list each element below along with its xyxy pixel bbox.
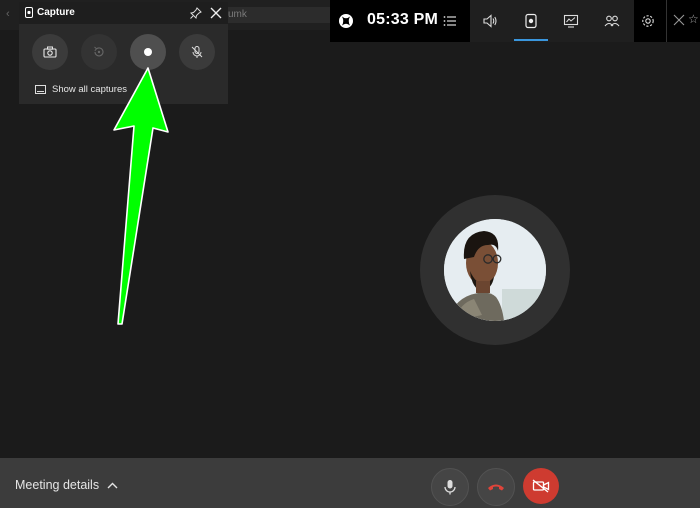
capture-title-bar[interactable]: Capture — [19, 2, 228, 24]
chevron-up-icon — [107, 482, 118, 488]
audio-icon[interactable] — [482, 13, 498, 29]
meeting-controls-bar: Meeting details — [0, 458, 700, 508]
capture-title: Capture — [37, 7, 75, 18]
meeting-details-button[interactable]: Meeting details — [15, 478, 118, 492]
capture-widget-icon[interactable] — [523, 13, 539, 29]
back-arrow-icon[interactable]: ‹ — [6, 8, 10, 20]
leave-call-button[interactable] — [477, 468, 515, 506]
xbox-social-icon[interactable] — [604, 13, 620, 29]
capture-icon — [25, 7, 33, 18]
game-bar-widgets — [470, 0, 634, 42]
meeting-details-label: Meeting details — [15, 478, 100, 492]
mic-off-icon — [191, 46, 203, 58]
microphone-button[interactable] — [431, 468, 469, 506]
camera-toggle-button[interactable] — [523, 468, 559, 504]
capture-widget: Capture Show all captures — [19, 2, 228, 104]
performance-icon[interactable] — [563, 13, 579, 29]
clock: 05:33 PM — [367, 11, 438, 28]
browser-tab[interactable]: umk — [222, 7, 334, 23]
hang-up-icon — [488, 484, 504, 491]
widget-menu-icon[interactable] — [443, 14, 457, 28]
show-all-captures-label: Show all captures — [52, 84, 127, 95]
start-recording-button[interactable] — [130, 34, 166, 70]
browser-action-icon[interactable] — [672, 13, 686, 27]
record-last-30s-button[interactable] — [81, 34, 117, 70]
mic-toggle-button[interactable] — [179, 34, 215, 70]
record-dot-icon — [144, 48, 152, 56]
active-widget-indicator — [514, 39, 548, 41]
settings-gear-icon[interactable] — [640, 13, 656, 29]
microphone-icon — [444, 480, 456, 495]
tab-label: umk — [228, 9, 247, 20]
pin-icon[interactable] — [189, 6, 203, 20]
participant-avatar — [444, 219, 546, 321]
camera-icon — [43, 46, 57, 58]
show-all-captures-link[interactable]: Show all captures — [35, 84, 127, 95]
game-bar: 05:33 PM ☆ — [330, 0, 700, 42]
record-last-icon — [94, 46, 104, 57]
xbox-icon[interactable] — [338, 13, 354, 29]
camera-off-icon — [532, 479, 550, 493]
divider — [666, 0, 667, 42]
gallery-icon — [35, 85, 46, 94]
screenshot-button[interactable] — [32, 34, 68, 70]
avatar-photo — [444, 219, 546, 321]
close-icon[interactable] — [209, 6, 223, 20]
star-icon[interactable]: ☆ — [688, 12, 699, 26]
